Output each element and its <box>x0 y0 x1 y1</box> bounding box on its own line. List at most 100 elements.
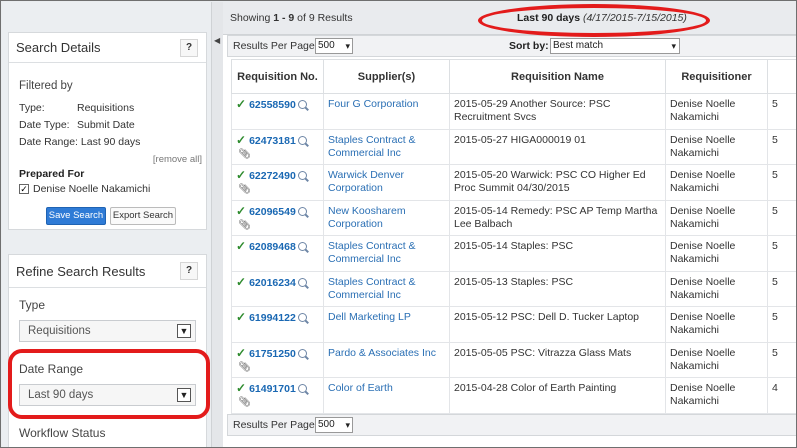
checkmark-icon: ✓ <box>236 381 247 395</box>
supplier-link[interactable]: Four G Corporation <box>328 98 418 110</box>
requisitioner-cell: Denise Noelle Nakamichi <box>665 235 768 272</box>
requisition-name-cell: 2015-05-29 Another Source: PSC Recruitme… <box>449 93 666 130</box>
search-details-panel: Search Details ? Filtered by Type: Requis… <box>8 32 207 230</box>
requisition-cell: ✓ 62473181 📎︎ <box>231 128 324 165</box>
magnifier-icon[interactable] <box>297 171 307 180</box>
supplier-cell: Four G Corporation <box>323 93 450 130</box>
table-row[interactable]: ✓ 62558590 Four G Corporation 2015-05-29 An… <box>231 93 796 130</box>
column-header[interactable]: Requisition No. <box>231 59 324 94</box>
magnifier-icon[interactable] <box>297 313 307 322</box>
magnifier-icon[interactable] <box>297 242 307 251</box>
column-header[interactable] <box>767 59 796 94</box>
supplier-link[interactable]: Staples Contract & Commercial Inc <box>328 240 416 265</box>
results-count: Showing 1 - 9 of 9 Results <box>230 12 353 24</box>
help-button[interactable]: ? <box>180 262 198 280</box>
supplier-cell: Staples Contract & Commercial Inc <box>323 128 450 165</box>
paperclip-icon[interactable]: 📎︎ <box>238 397 251 408</box>
table-row[interactable]: ✓ 62096549 📎︎ New Koosharem Corporation 2015… <box>231 199 796 236</box>
magnifier-icon[interactable] <box>297 348 307 358</box>
supplier-cell: Pardo & Associates Inc <box>323 341 450 378</box>
requisition-link[interactable]: 61751250 <box>249 348 296 360</box>
save-search-button[interactable]: Save Search <box>46 207 106 225</box>
collapse-sidebar-handle[interactable]: ◀ <box>211 2 223 447</box>
export-search-button[interactable]: Export Search <box>110 207 176 225</box>
paperclip-icon[interactable]: 📎︎ <box>238 184 251 195</box>
table-row[interactable]: ✓ 61491701 📎︎ Color of Earth 2015-04-28 Colo… <box>231 377 796 414</box>
checkmark-icon: ✓ <box>236 239 247 253</box>
date-range-summary: Last 90 days (4/17/2015-7/15/2015) <box>517 12 687 24</box>
table-row[interactable]: ✓ 61994122 Dell Marketing LP 2015-05-12 PSC… <box>231 306 796 343</box>
magnifier-icon[interactable] <box>297 277 307 287</box>
requisition-name-cell: 2015-05-20 Warwick: PSC CO Higher Ed Pro… <box>449 164 666 201</box>
type-select[interactable]: Requisitions ▼ <box>19 320 196 342</box>
workflow-status-label: Workflow Status <box>19 426 106 440</box>
supplier-link[interactable]: Dell Marketing LP <box>328 311 411 323</box>
checkmark-icon: ✓ <box>236 203 247 218</box>
requisition-link[interactable]: 62096549 <box>249 206 296 218</box>
filtered-by-label: Filtered by <box>19 80 73 92</box>
requisition-cell: ✓ 61751250 📎︎ <box>231 341 324 378</box>
requisition-link[interactable]: 62473181 <box>249 135 296 147</box>
results-area: Showing 1 - 9 of 9 Results Last 90 days … <box>223 2 796 447</box>
chevron-down-icon: ▾ <box>345 420 350 430</box>
date-range-select[interactable]: Last 90 days ▼ <box>19 384 196 406</box>
prepared-for-option[interactable]: ✓ Denise Noelle Nakamichi <box>19 183 150 195</box>
date-range-label: Date Range <box>19 362 84 376</box>
table-row[interactable]: ✓ 62473181 📎︎ Staples Contract & Commercial… <box>231 128 796 165</box>
prepared-for-name: Denise Noelle Nakamichi <box>33 183 151 195</box>
checkbox-checked-icon[interactable]: ✓ <box>19 184 29 194</box>
sort-select[interactable]: Best match ▾ <box>550 38 680 54</box>
supplier-link[interactable]: Staples Contract & Commercial Inc <box>328 276 416 301</box>
per-page-select[interactable]: 500 ▾ <box>315 417 353 433</box>
magnifier-icon[interactable] <box>297 135 307 145</box>
requisition-name-cell: 2015-05-14 Remedy: PSC AP Temp Martha Le… <box>449 199 666 236</box>
requisitioner-cell: Denise Noelle Nakamichi <box>665 128 768 165</box>
extra-cell: 5 <box>767 270 796 307</box>
magnifier-icon[interactable] <box>297 100 307 109</box>
requisition-cell: ✓ 62089468 <box>231 235 324 272</box>
chevron-down-icon[interactable]: ▼ <box>177 324 191 338</box>
requisition-name-cell: 2015-05-27 HIGA000019 01 <box>449 128 666 165</box>
supplier-link[interactable]: Color of Earth <box>328 382 393 394</box>
column-header[interactable]: Requisition Name <box>449 59 666 94</box>
checkmark-icon: ✓ <box>236 345 247 360</box>
paperclip-icon[interactable]: 📎︎ <box>238 220 251 231</box>
requisition-link[interactable]: 62089468 <box>249 241 296 253</box>
chevron-down-icon[interactable]: ▼ <box>177 388 191 402</box>
requisition-link[interactable]: 61994122 <box>249 312 296 324</box>
results-toolbar-bottom: Results Per Page 500 ▾ <box>227 414 796 436</box>
requisition-cell: ✓ 62016234 <box>231 270 324 307</box>
supplier-cell: Staples Contract & Commercial Inc <box>323 235 450 272</box>
extra-cell: 5 <box>767 199 796 236</box>
table-row[interactable]: ✓ 62089468 Staples Contract & Commercial I… <box>231 235 796 272</box>
column-header[interactable]: Supplier(s) <box>323 59 450 94</box>
magnifier-icon[interactable] <box>297 384 307 393</box>
requisition-link[interactable]: 61491701 <box>249 383 296 395</box>
collapse-left-icon[interactable]: ◀ <box>214 36 220 45</box>
requisition-link[interactable]: 62558590 <box>249 99 296 111</box>
requisitioner-cell: Denise Noelle Nakamichi <box>665 341 768 378</box>
column-header[interactable]: Requisitioner <box>665 59 768 94</box>
table-row[interactable]: ✓ 62016234 Staples Contract & Commercial I… <box>231 270 796 307</box>
paperclip-icon[interactable]: 📎︎ <box>238 149 251 160</box>
results-header: Showing 1 - 9 of 9 Results Last 90 days … <box>223 2 796 35</box>
results-table: Requisition No. Supplier(s) Requisition … <box>231 59 796 414</box>
table-row[interactable]: ✓ 61751250 📎︎ Pardo & Associates Inc 2015-05… <box>231 341 796 378</box>
per-page-label: Results Per Page <box>233 419 315 431</box>
remove-all-link[interactable]: [remove all] <box>153 154 202 165</box>
help-button[interactable]: ? <box>180 38 198 57</box>
paperclip-icon[interactable]: 📎︎ <box>238 362 251 373</box>
supplier-link[interactable]: Warwick Denver Corporation <box>328 169 404 194</box>
table-row[interactable]: ✓ 62272490 📎︎ Warwick Denver Corporation 201… <box>231 164 796 201</box>
supplier-link[interactable]: Staples Contract & Commercial Inc <box>328 134 416 159</box>
per-page-select[interactable]: 500 ▾ <box>315 38 353 54</box>
supplier-link[interactable]: Pardo & Associates Inc <box>328 347 436 359</box>
supplier-link[interactable]: New Koosharem Corporation <box>328 205 406 230</box>
requisitioner-cell: Denise Noelle Nakamichi <box>665 377 768 414</box>
requisition-link[interactable]: 62272490 <box>249 170 296 182</box>
magnifier-icon[interactable] <box>297 206 307 216</box>
extra-cell: 5 <box>767 93 796 130</box>
supplier-cell: Dell Marketing LP <box>323 306 450 343</box>
extra-cell: 5 <box>767 306 796 343</box>
requisition-link[interactable]: 62016234 <box>249 277 296 289</box>
